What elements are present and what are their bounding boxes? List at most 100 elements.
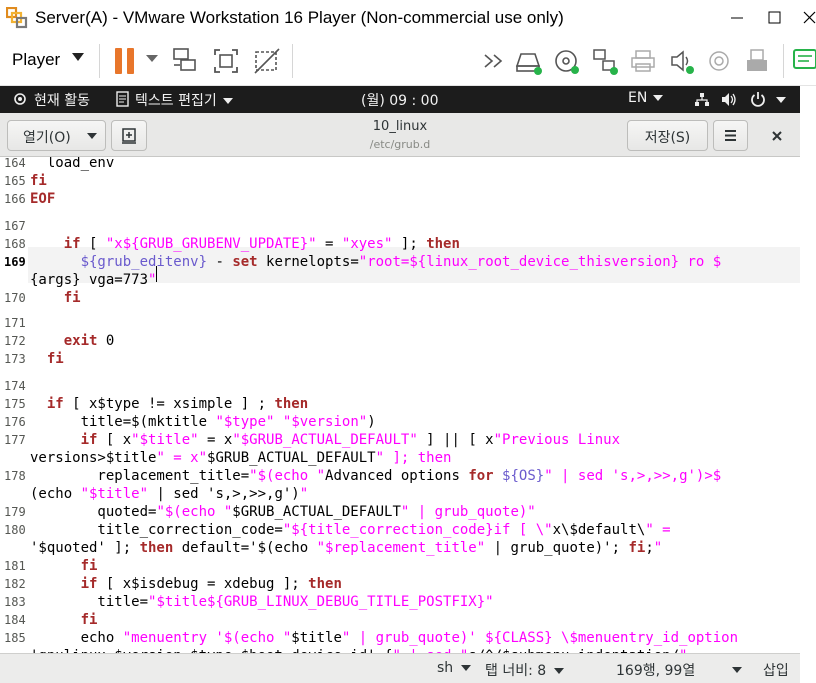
code-line[interactable]: fi (30, 350, 800, 368)
chevron-down-icon[interactable] (732, 667, 742, 673)
code-line[interactable]: fi (30, 611, 800, 629)
open-button[interactable]: 열기(O) (7, 120, 106, 151)
chevron-down-icon (653, 95, 664, 101)
pause-icon[interactable] (110, 44, 140, 78)
tab-width-selector[interactable]: 탭 너비: 8 (485, 660, 565, 680)
input-method-menu[interactable]: EN (628, 90, 664, 106)
chevron-down-icon (554, 668, 565, 674)
app-menu-button[interactable]: 텍스트 편집기 (135, 90, 233, 110)
line-number: 178 (4, 469, 26, 483)
chevron-down-icon[interactable] (72, 53, 84, 61)
maximize-icon[interactable] (760, 6, 790, 30)
new-tab-button[interactable] (111, 120, 147, 151)
save-button[interactable]: 저장(S) (627, 120, 708, 151)
cursor-position-selector[interactable]: 169행, 99열 (616, 660, 695, 680)
window-title: Server(A) - VMware Workstation 16 Player… (35, 8, 564, 27)
toolbar-divider (292, 44, 293, 78)
chevron-down-icon[interactable] (146, 55, 158, 62)
code-line[interactable]: ${grub_editenv} - set kernelopts="root=$… (30, 253, 800, 271)
hamburger-icon (725, 130, 736, 141)
camera-icon[interactable] (705, 44, 735, 78)
line-number: 173 (4, 352, 26, 366)
open-button-label: 열기(O) (23, 130, 71, 146)
sound-card-icon[interactable] (667, 44, 697, 78)
input-method-label: EN (628, 90, 648, 106)
code-line[interactable]: fi (30, 289, 800, 307)
code-line[interactable]: replacement_title="$(echo "Advanced opti… (30, 467, 800, 485)
code-line[interactable]: '$quoted' ]; then default='$(echo "$repl… (30, 539, 800, 557)
chevron-down-icon[interactable] (776, 97, 786, 103)
line-number: 181 (4, 559, 26, 573)
code-line[interactable]: if [ "x${GRUB_GRUBENV_UPDATE}" = "xyes" … (30, 235, 800, 253)
document-title: 10_linux (372, 119, 428, 134)
send-ctrl-alt-del-icon[interactable] (170, 44, 200, 78)
text-editor-area[interactable]: 164 load_env 165 fi 166 EOF 167 168 if [ "x${G… (0, 157, 800, 653)
code-line[interactable]: fi (30, 172, 800, 190)
line-number: 168 (4, 237, 26, 251)
hard-disk-icon[interactable] (514, 44, 544, 78)
printer-icon[interactable] (628, 44, 658, 78)
message-log-icon[interactable] (790, 44, 816, 78)
code-line[interactable]: EOF (30, 190, 800, 208)
code-line[interactable]: (echo "$title" | sed 's,>,>>,g')" (30, 485, 800, 503)
insert-mode-indicator[interactable]: 삽입 (763, 660, 789, 680)
gnome-top-bar: 현재 활동 텍스트 편집기 (월) 09 : 00 EN (0, 86, 800, 113)
activities-button[interactable]: 현재 활동 (34, 90, 90, 110)
chevron-down-icon (222, 98, 233, 104)
clock[interactable]: (월) 09 : 00 (361, 90, 439, 110)
hamburger-menu-button[interactable] (713, 120, 748, 151)
code-line[interactable]: if [ x$isdebug = xdebug ]; then (30, 575, 800, 593)
more-devices-icon[interactable] (480, 44, 510, 78)
volume-icon[interactable] (721, 92, 738, 107)
gedit-header-bar: 열기(O) 10_linux /etc/grub.d 저장(S) (0, 113, 800, 157)
network-icon[interactable] (694, 92, 710, 107)
code-line[interactable]: if [ x$type != xsimple ] ; then (30, 395, 800, 413)
cursor-position-label: 169행, 99열 (616, 663, 696, 679)
line-number: 182 (4, 577, 26, 591)
language-selector[interactable]: sh (437, 660, 472, 676)
vmware-toolbar: Player (0, 36, 816, 86)
close-icon[interactable] (765, 124, 789, 148)
code-line[interactable]: exit 0 (30, 332, 800, 350)
line-number: 164 (4, 157, 26, 170)
status-bar: sh 탭 너비: 8 169행, 99열 삽입 (0, 653, 800, 683)
save-button-label: 저장(S) (644, 130, 691, 146)
code-line[interactable]: fi (30, 557, 800, 575)
vmware-logo-icon (6, 7, 28, 29)
line-number: 171 (4, 316, 26, 330)
code-line[interactable]: versions>$title" = x"$GRUB_ACTUAL_DEFAUL… (30, 449, 800, 467)
unity-icon[interactable] (252, 44, 282, 78)
line-number: 166 (4, 192, 26, 206)
line-number: 169 (4, 255, 26, 269)
cd-dvd-icon[interactable] (552, 44, 582, 78)
chevron-down-icon (461, 665, 472, 671)
line-number: 184 (4, 613, 26, 627)
code-line[interactable]: load_env (30, 157, 800, 172)
chevron-down-icon (87, 133, 97, 139)
line-number: 183 (4, 595, 26, 609)
power-icon[interactable] (750, 91, 766, 107)
code-line[interactable]: quoted="$(echo "$GRUB_ACTUAL_DEFAULT" | … (30, 503, 800, 521)
close-icon[interactable] (795, 6, 816, 30)
new-document-icon (122, 128, 136, 144)
code-line[interactable]: title="$title${GRUB_LINUX_DEBUG_TITLE_PO… (30, 593, 800, 611)
line-number: 179 (4, 505, 26, 519)
text-cursor (156, 266, 157, 282)
code-line[interactable]: title=$(mktitle "$type" "$version") (30, 413, 800, 431)
line-number: 165 (4, 174, 26, 188)
activities-icon (14, 93, 26, 105)
line-number: 172 (4, 334, 26, 348)
code-line[interactable]: echo "menuentry '$(echo "$title" | grub_… (30, 629, 800, 647)
line-number: 177 (4, 433, 26, 447)
minimize-icon[interactable] (722, 6, 752, 30)
line-number: 174 (4, 379, 26, 393)
player-menu-button[interactable]: Player (12, 50, 60, 70)
window-title-bar: Server(A) - VMware Workstation 16 Player… (0, 0, 816, 36)
network-adapter-icon[interactable] (590, 44, 620, 78)
vm-window-edge (800, 86, 816, 683)
code-line[interactable]: {args} vga=773" (30, 271, 800, 289)
code-line[interactable]: title_correction_code="${title_correctio… (30, 521, 800, 539)
full-screen-icon[interactable] (211, 44, 241, 78)
usb-icon[interactable] (742, 44, 772, 78)
code-line[interactable]: if [ x"$title" = x"$GRUB_ACTUAL_DEFAULT"… (30, 431, 800, 449)
